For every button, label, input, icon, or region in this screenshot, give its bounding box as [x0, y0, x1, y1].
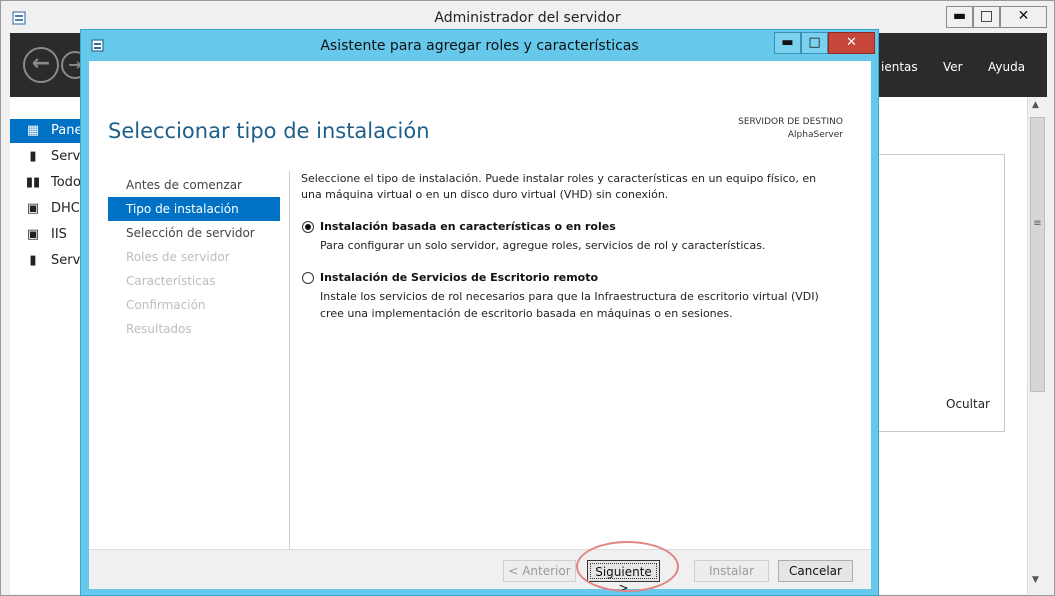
- sidebar-item-services[interactable]: ▮ Servi: [10, 249, 90, 273]
- close-button[interactable]: ✕: [1000, 6, 1047, 28]
- wizard-body: Seleccionar tipo de instalación SERVIDOR…: [89, 61, 871, 595]
- scrollbar-thumb[interactable]: ≡: [1030, 117, 1045, 392]
- wizard-maximize-button[interactable]: □: [801, 32, 828, 54]
- next-button-highlight-annotation: [576, 541, 679, 592]
- hide-welcome-link[interactable]: Ocultar: [946, 397, 990, 411]
- destination-server-name: AlphaServer: [787, 130, 843, 140]
- option-title: Instalación de Servicios de Escritorio r…: [320, 271, 599, 284]
- grip-icon: ≡: [1033, 218, 1042, 229]
- server-manager-sidebar: ▦ Pane ▮ Servi ▮▮ Todo ▣ DHC ▣ IIS ▮ Ser…: [10, 97, 90, 594]
- intro-text: Seleccione el tipo de instalación. Puede…: [301, 172, 817, 201]
- minimize-button[interactable]: ▬: [946, 6, 973, 28]
- back-button[interactable]: ←: [23, 47, 59, 83]
- sidebar-item-label: DHC: [51, 201, 80, 216]
- sidebar-item-local-server[interactable]: ▮ Servi: [10, 145, 90, 169]
- sidebar-item-label: IIS: [51, 227, 67, 242]
- step-before-you-begin[interactable]: Antes de comenzar: [108, 173, 280, 197]
- previous-button[interactable]: < Anterior: [503, 560, 576, 582]
- step-server-roles: Roles de servidor: [126, 250, 230, 264]
- destination-server-label: SERVIDOR DE DESTINO: [738, 117, 843, 127]
- menu-help[interactable]: Ayuda: [988, 60, 1025, 74]
- welcome-panel: [879, 154, 1005, 432]
- step-server-selection[interactable]: Selección de servidor: [108, 221, 280, 245]
- close-icon: ✕: [846, 35, 857, 50]
- menu-view[interactable]: Ver: [943, 60, 963, 74]
- wizard-footer: < Anterior Siguiente > Instalar Cancelar: [89, 549, 871, 595]
- step-features: Características: [126, 274, 216, 288]
- sidebar-item-label: Todo: [51, 175, 81, 190]
- server-manager-title: Administrador del servidor: [434, 10, 621, 26]
- wizard-title: Asistente para agregar roles y caracterí…: [320, 38, 639, 54]
- services-icon: ▮: [29, 253, 37, 268]
- step-installation-type[interactable]: Tipo de instalación: [108, 197, 280, 221]
- wizard-titlebar: Asistente para agregar roles y caracterí…: [81, 30, 878, 61]
- page-title: Seleccionar tipo de instalación: [108, 119, 430, 143]
- maximize-icon: □: [808, 35, 821, 50]
- cancel-button[interactable]: Cancelar: [778, 560, 853, 582]
- sidebar-item-label: Pane: [51, 123, 83, 138]
- sidebar-item-label: Servi: [51, 149, 84, 164]
- maximize-button[interactable]: □: [973, 6, 1000, 28]
- add-roles-wizard-dialog: Asistente para agregar roles y caracterí…: [80, 29, 879, 596]
- menu-tools[interactable]: ientas: [881, 60, 918, 74]
- radio-selected-dot: [305, 224, 311, 230]
- wizard-content: Seleccione el tipo de instalación. Puede…: [301, 171, 831, 322]
- scroll-down-icon[interactable]: ▼: [1032, 575, 1039, 585]
- sidebar-item-all-servers[interactable]: ▮▮ Todo: [10, 171, 90, 195]
- close-icon: ✕: [1017, 8, 1030, 24]
- option-role-based[interactable]: Instalación basada en características o …: [301, 219, 831, 254]
- sidebar-item-iis[interactable]: ▣ IIS: [10, 223, 90, 247]
- iis-icon: ▣: [26, 227, 40, 242]
- radio-role-based[interactable]: [302, 221, 314, 233]
- wizard-close-button[interactable]: ✕: [828, 32, 875, 54]
- dhcp-icon: ▣: [26, 201, 40, 216]
- option-remote-desktop[interactable]: Instalación de Servicios de Escritorio r…: [301, 270, 831, 322]
- option-description: Instale los servicios de rol necesarios …: [320, 290, 819, 320]
- scroll-up-icon[interactable]: ▲: [1032, 100, 1039, 110]
- server-icon: ▮: [29, 149, 37, 164]
- minimize-icon: ▬: [781, 35, 794, 50]
- option-description: Para configurar un solo servidor, agregu…: [320, 239, 766, 252]
- sidebar-item-dhcp[interactable]: ▣ DHC: [10, 197, 90, 221]
- wizard-minimize-button[interactable]: ▬: [774, 32, 801, 54]
- step-results: Resultados: [126, 322, 192, 336]
- steps-divider: [289, 171, 290, 557]
- install-button[interactable]: Instalar: [694, 560, 769, 582]
- sidebar-item-dashboard[interactable]: ▦ Pane: [10, 119, 90, 143]
- all-servers-icon: ▮▮: [25, 175, 41, 190]
- arrow-left-icon: ←: [31, 51, 51, 76]
- dashboard-icon: ▦: [26, 123, 40, 138]
- option-title: Instalación basada en características o …: [320, 220, 616, 233]
- wizard-steps: Antes de comenzar Tipo de instalación Se…: [108, 173, 280, 341]
- vertical-scrollbar[interactable]: ▲ ≡ ▼: [1027, 97, 1047, 594]
- step-confirmation: Confirmación: [126, 298, 206, 312]
- minimize-icon: ▬: [952, 8, 967, 24]
- sidebar-item-label: Servi: [51, 253, 84, 268]
- maximize-icon: □: [979, 8, 994, 24]
- radio-remote-desktop[interactable]: [302, 272, 314, 284]
